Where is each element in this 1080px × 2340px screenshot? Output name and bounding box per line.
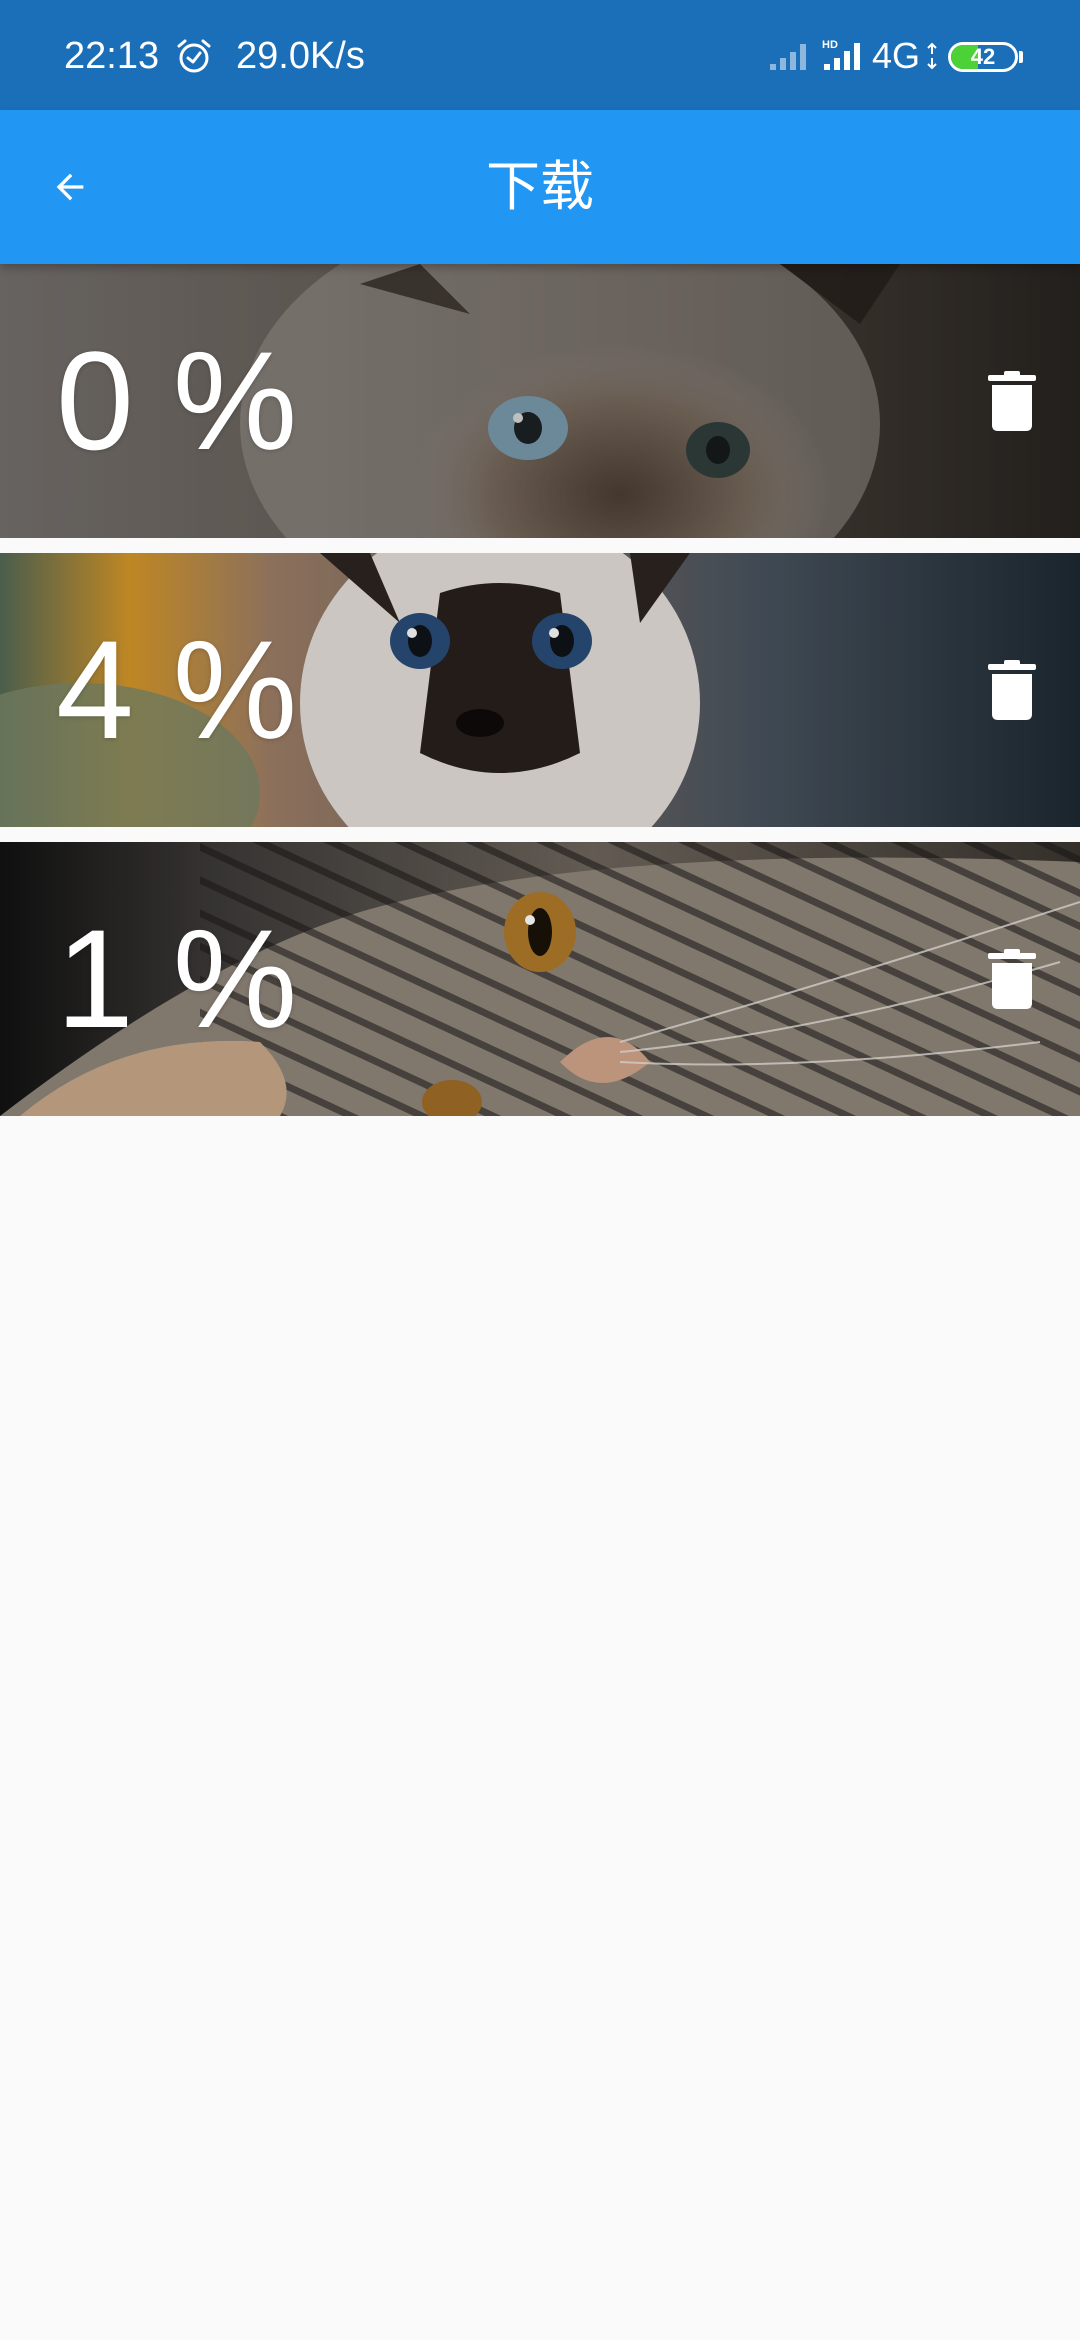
signal-icon bbox=[770, 44, 806, 70]
hd-signal-icon: HD bbox=[822, 39, 860, 70]
progress-text: 1 % bbox=[56, 900, 298, 1057]
download-item[interactable]: 0 % bbox=[0, 264, 1080, 538]
network-speed: 29.0K/s bbox=[236, 35, 365, 77]
status-time: 22:13 bbox=[64, 35, 160, 77]
status-bar: 22:13 29.0K/s HD 4G 42 bbox=[0, 0, 1080, 110]
trash-icon bbox=[988, 949, 1036, 1009]
battery-icon: 42 bbox=[948, 42, 1018, 72]
progress-text: 4 % bbox=[56, 611, 298, 768]
trash-icon bbox=[988, 660, 1036, 720]
alarm-icon bbox=[177, 39, 211, 73]
delete-button[interactable] bbox=[972, 650, 1052, 730]
app-bar: 下载 bbox=[0, 110, 1080, 264]
delete-button[interactable] bbox=[972, 361, 1052, 441]
download-item[interactable]: 1 % bbox=[0, 842, 1080, 1116]
download-item[interactable]: 4 % bbox=[0, 553, 1080, 827]
delete-button[interactable] bbox=[972, 939, 1052, 1019]
battery-level: 42 bbox=[970, 44, 996, 69]
network-type: 4G bbox=[872, 35, 921, 76]
download-list: 0 % 4 % 1 % bbox=[0, 264, 1080, 1131]
hd-label: HD bbox=[822, 39, 838, 51]
trash-icon bbox=[988, 371, 1036, 431]
progress-text: 0 % bbox=[56, 322, 298, 479]
data-activity-icon bbox=[927, 42, 937, 70]
page-title: 下载 bbox=[486, 155, 594, 218]
battery-nub bbox=[1019, 51, 1023, 63]
